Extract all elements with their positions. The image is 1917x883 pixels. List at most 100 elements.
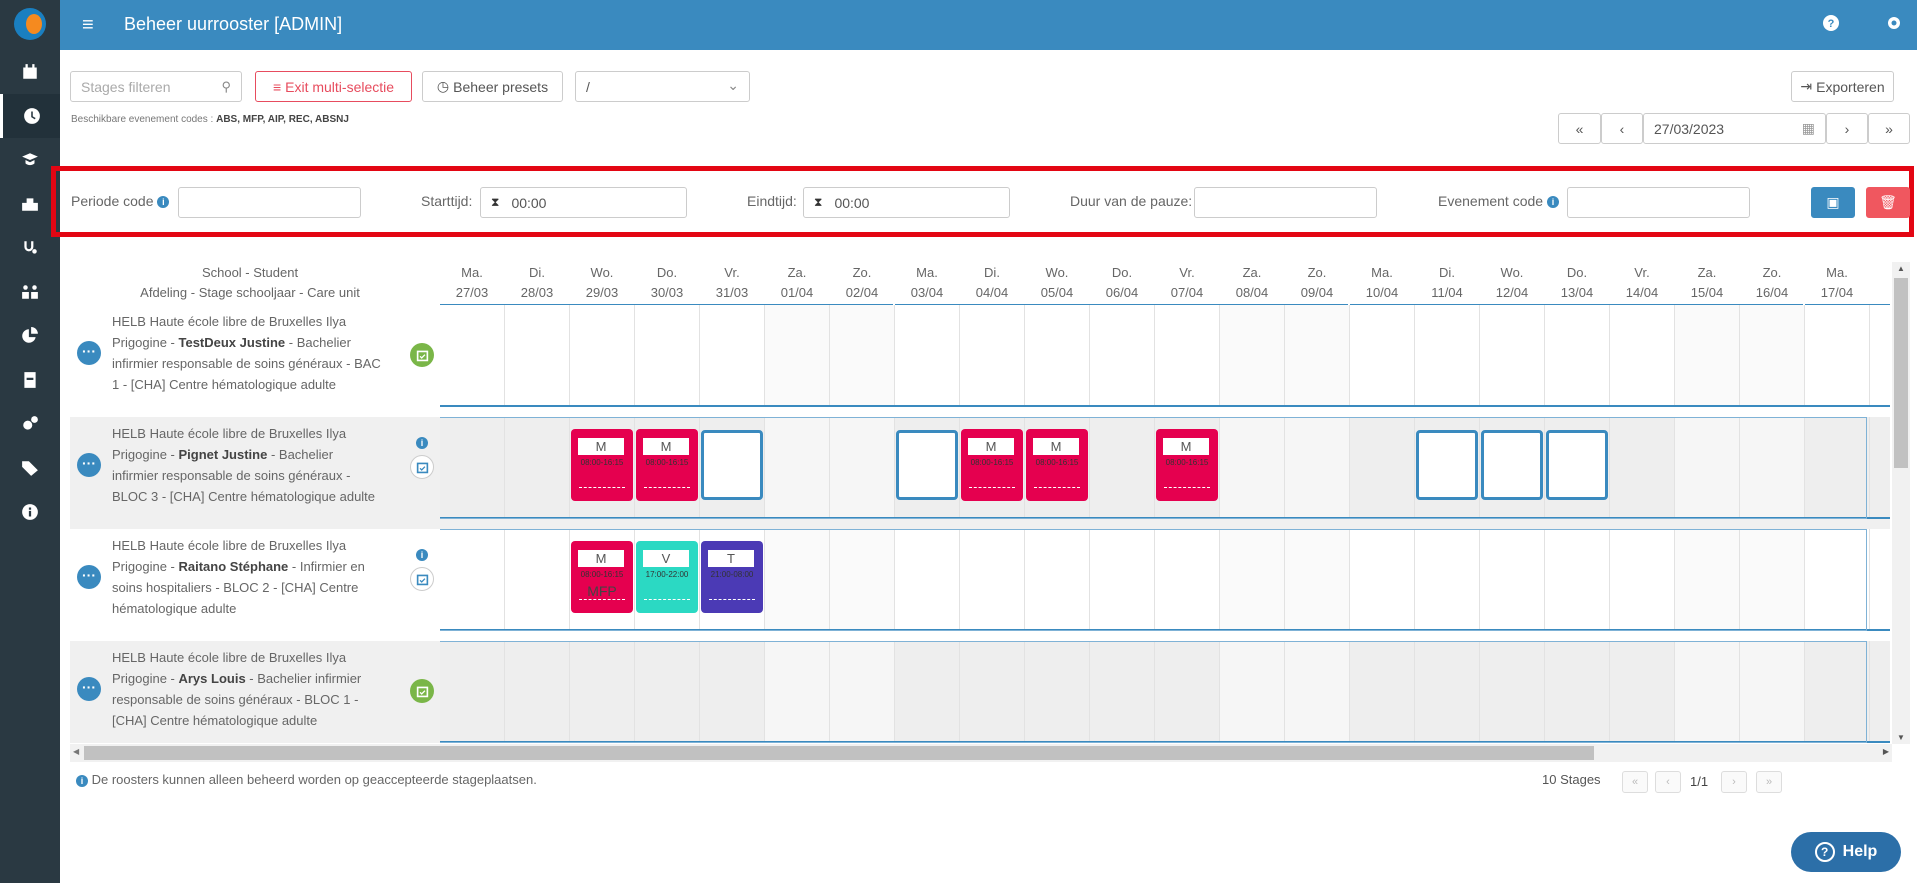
horizontal-scroll-thumb[interactable] — [84, 746, 1594, 760]
day-header: D18 — [1870, 263, 1890, 303]
gear-icon[interactable] — [1886, 15, 1906, 35]
end-time-value: 00:00 — [834, 194, 870, 211]
day-cell[interactable] — [1610, 305, 1675, 407]
day-cell[interactable] — [1415, 305, 1480, 407]
end-time-label: Eindtijd: — [747, 193, 797, 209]
day-cell[interactable] — [1870, 641, 1890, 743]
first-week-button[interactable]: « — [1558, 113, 1601, 144]
info-icon[interactable]: i — [416, 437, 428, 449]
day-cell[interactable] — [1675, 305, 1740, 407]
save-button[interactable]: ▣ — [1811, 187, 1855, 218]
calendar-check-icon[interactable] — [410, 455, 434, 479]
shift-block[interactable]: T 21:00-08:00 — [701, 541, 763, 613]
menu-icon[interactable]: ≡ — [82, 14, 94, 37]
day-cell[interactable] — [1090, 305, 1155, 407]
start-time-input[interactable]: ⧗ 00:00 — [480, 187, 687, 218]
student-info: HELB Haute école libre de Bruxelles Ilya… — [112, 423, 382, 507]
day-cell[interactable] — [1870, 305, 1890, 407]
more-options-icon[interactable]: ··· — [77, 565, 101, 589]
day-cell[interactable] — [895, 305, 960, 407]
shift-block[interactable]: M 08:00-16:15 — [1026, 429, 1088, 501]
scroll-left-icon[interactable]: ◀ — [73, 747, 79, 756]
day-cell[interactable] — [1805, 305, 1870, 407]
empty-shift-slot[interactable] — [1546, 430, 1608, 500]
student-name: Arys Louis — [178, 671, 246, 686]
day-cell[interactable] — [830, 305, 895, 407]
day-cell[interactable] — [505, 305, 570, 407]
shift-block[interactable]: M 08:00-16:15 — [961, 429, 1023, 501]
empty-shift-slot[interactable] — [1481, 430, 1543, 500]
hourglass-icon: ⧗ — [814, 195, 823, 209]
clock-nav-icon[interactable] — [0, 94, 60, 138]
more-options-icon[interactable]: ··· — [77, 677, 101, 701]
calendar-check-icon[interactable] — [410, 343, 434, 367]
more-options-icon[interactable]: ··· — [77, 341, 101, 365]
help-icon[interactable]: ? — [1823, 15, 1843, 35]
day-cell[interactable] — [1350, 305, 1415, 407]
day-cell[interactable] — [1025, 305, 1090, 407]
first-page-button[interactable]: « — [1622, 771, 1648, 793]
scroll-down-icon[interactable]: ▼ — [1897, 733, 1905, 742]
day-cell[interactable] — [1220, 305, 1285, 407]
day-cell[interactable] — [765, 305, 830, 407]
empty-shift-slot[interactable] — [1416, 430, 1478, 500]
settings-nav-icon[interactable] — [0, 402, 60, 446]
scroll-right-icon[interactable]: ▶ — [1883, 747, 1889, 756]
empty-shift-slot[interactable] — [896, 430, 958, 500]
tags-nav-icon[interactable] — [0, 446, 60, 490]
day-date: 30/03 — [650, 285, 684, 300]
shift-block[interactable]: M 08:00-16:15 — [571, 429, 633, 501]
delete-button[interactable]: 🗑 — [1866, 187, 1910, 218]
piechart-nav-icon[interactable] — [0, 314, 60, 358]
day-cell[interactable] — [1155, 305, 1220, 407]
day-cell[interactable] — [440, 305, 505, 407]
shift-block[interactable]: M 08:00-16:15 — [1156, 429, 1218, 501]
vertical-scrollbar[interactable]: ▲ ▼ — [1892, 262, 1910, 744]
search-input[interactable]: Stages filteren ⚲ — [70, 71, 242, 102]
shift-block[interactable]: M 08:00-16:15 MFP — [571, 541, 633, 613]
periode-code-input[interactable] — [178, 187, 361, 218]
day-cell[interactable] — [570, 305, 635, 407]
next-page-button[interactable]: › — [1721, 771, 1747, 793]
vertical-scroll-thumb[interactable] — [1894, 278, 1908, 468]
day-cell[interactable] — [1480, 305, 1545, 407]
day-cell[interactable] — [1870, 417, 1890, 519]
exit-multi-select-button[interactable]: ≡ Exit multi-selectie — [255, 71, 412, 102]
empty-shift-slot[interactable] — [701, 430, 763, 500]
date-input[interactable]: 27/03/2023 ▦ — [1643, 113, 1826, 144]
prev-week-button[interactable]: ‹ — [1601, 113, 1643, 144]
scroll-up-icon[interactable]: ▲ — [1897, 264, 1905, 273]
day-cell[interactable] — [1285, 305, 1350, 407]
shift-block[interactable]: V 17:00-22:00 — [636, 541, 698, 613]
export-button[interactable]: ⇥ Exporteren — [1791, 71, 1894, 102]
users-nav-icon[interactable] — [0, 270, 60, 314]
badge-nav-icon[interactable] — [0, 358, 60, 402]
end-time-input[interactable]: ⧗ 00:00 — [803, 187, 1010, 218]
more-options-icon[interactable]: ··· — [77, 453, 101, 477]
day-cell[interactable] — [1870, 529, 1890, 631]
day-header: Do. 30/03 — [635, 263, 699, 303]
day-cell[interactable] — [1545, 305, 1610, 407]
prev-page-button[interactable]: ‹ — [1655, 771, 1681, 793]
day-cell[interactable] — [1740, 305, 1805, 407]
pause-duration-input[interactable] — [1194, 187, 1377, 218]
event-code-input[interactable] — [1567, 187, 1750, 218]
day-cell[interactable] — [960, 305, 1025, 407]
last-page-button[interactable]: » — [1756, 771, 1782, 793]
preset-select[interactable]: / ⌄ — [575, 71, 750, 102]
next-week-button[interactable]: › — [1826, 113, 1868, 144]
info-icon[interactable]: i — [416, 549, 428, 561]
calendar-nav-icon[interactable] — [0, 50, 60, 94]
day-header: Zo. 02/04 — [830, 263, 894, 303]
day-cell[interactable] — [635, 305, 700, 407]
info-nav-icon[interactable] — [0, 490, 60, 534]
help-button[interactable]: ? Help — [1791, 832, 1901, 872]
horizontal-scrollbar[interactable]: ◀ ▶ — [70, 744, 1892, 762]
day-cell[interactable] — [700, 305, 765, 407]
last-week-button[interactable]: » — [1868, 113, 1910, 144]
app-logo[interactable] — [14, 8, 46, 40]
shift-block[interactable]: M 08:00-16:15 — [636, 429, 698, 501]
manage-presets-button[interactable]: ◷ Beheer presets — [422, 71, 563, 102]
calendar-check-icon[interactable] — [410, 679, 434, 703]
calendar-check-icon[interactable] — [410, 567, 434, 591]
